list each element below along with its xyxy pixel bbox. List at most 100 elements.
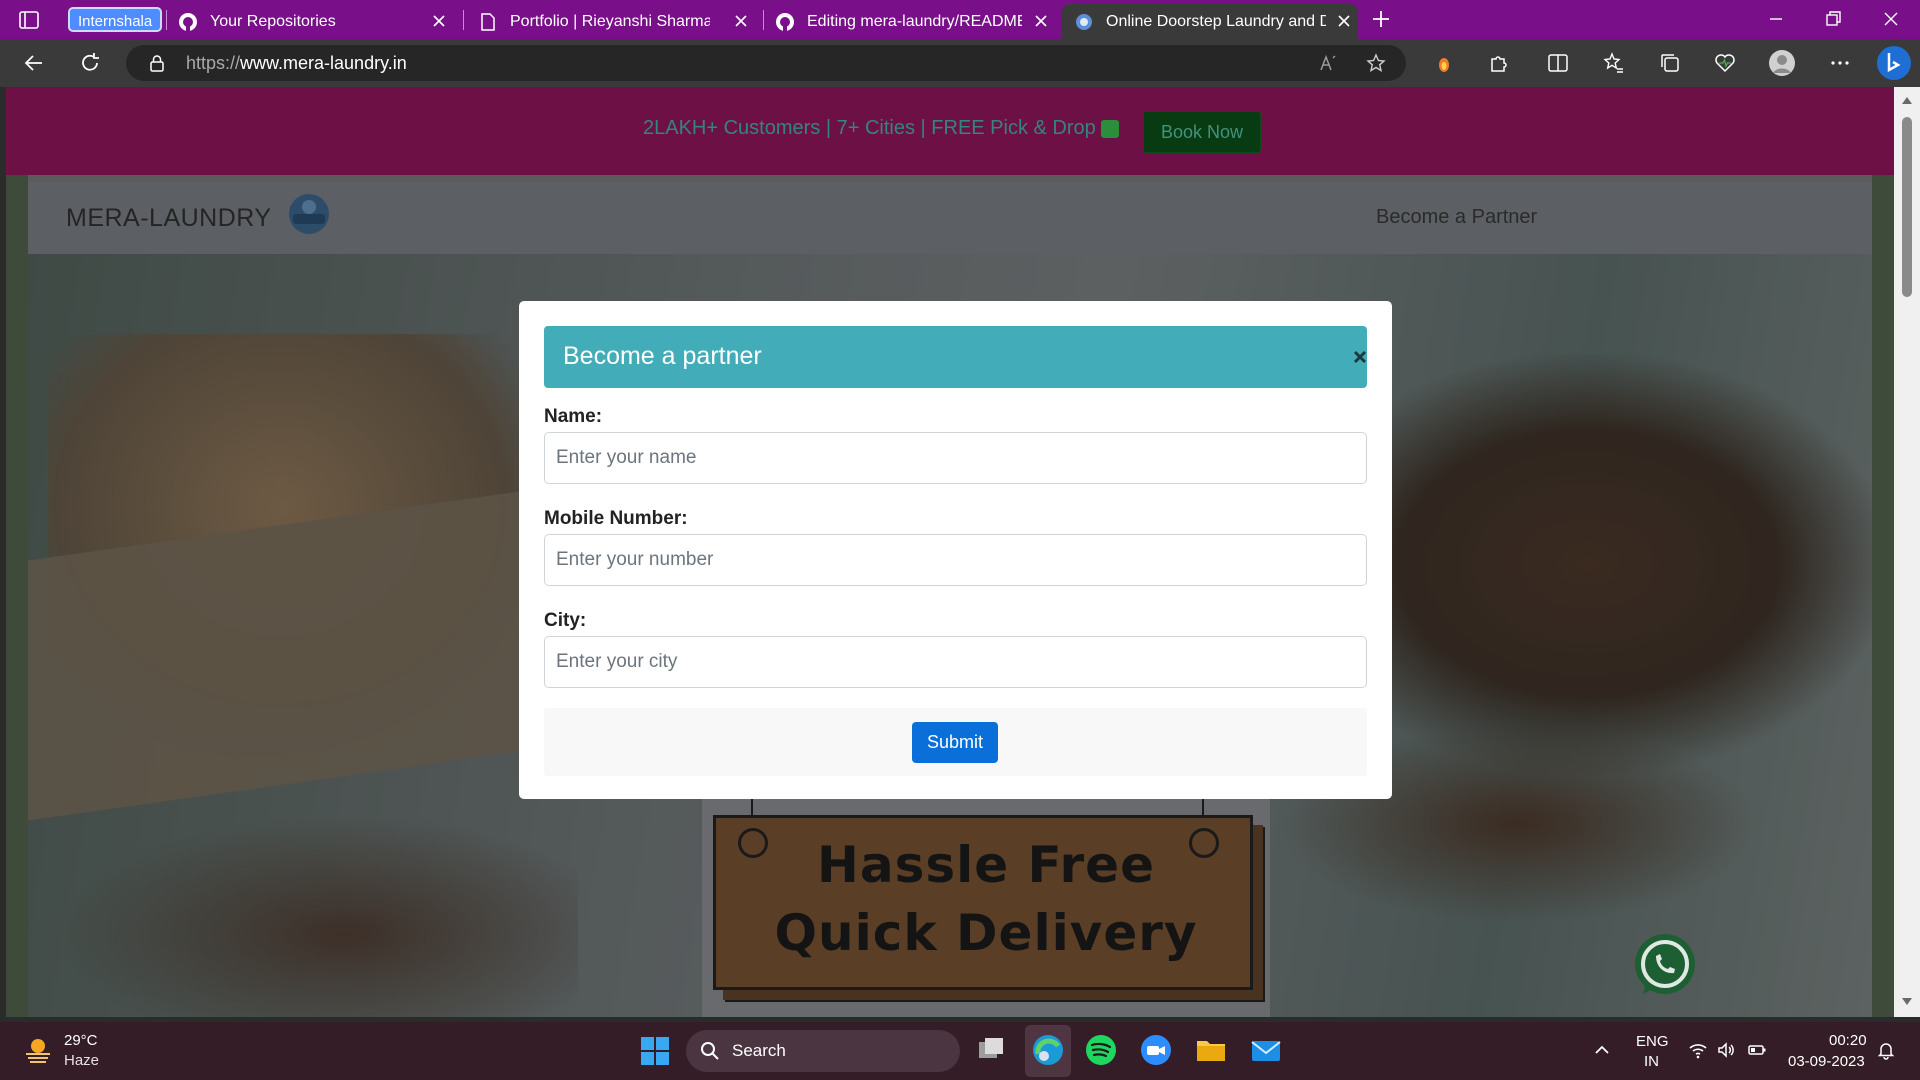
brand-name[interactable]: MERA-LAUNDRY bbox=[66, 204, 272, 233]
tab-separator bbox=[166, 10, 167, 30]
chevron-up-icon[interactable] bbox=[1592, 1040, 1612, 1060]
page-frame-left bbox=[6, 175, 28, 1017]
city-input[interactable] bbox=[544, 636, 1367, 688]
tab-separator bbox=[763, 10, 764, 30]
tab-separator bbox=[463, 10, 464, 30]
battery-icon[interactable] bbox=[1747, 1040, 1767, 1060]
task-view-icon[interactable] bbox=[973, 1032, 1009, 1068]
close-window-icon[interactable] bbox=[1880, 8, 1902, 30]
browser-toolbar: https://www.mera-laundry.in bbox=[0, 39, 1920, 87]
laundry-site-icon bbox=[1076, 13, 1092, 30]
bing-copilot-icon[interactable] bbox=[1876, 45, 1912, 81]
scroll-thumb[interactable] bbox=[1902, 117, 1912, 297]
weather-temperature[interactable]: 29°C bbox=[64, 1032, 98, 1049]
page-scrollbar[interactable] bbox=[1894, 87, 1920, 1017]
delivery-sign: Hassle Free Quick Delivery bbox=[713, 815, 1253, 990]
volume-icon[interactable] bbox=[1716, 1040, 1736, 1060]
sign-line-2: Quick Delivery bbox=[774, 904, 1198, 962]
new-tab-icon[interactable] bbox=[1370, 8, 1392, 30]
modal-footer: Submit bbox=[544, 708, 1367, 776]
scroll-down-icon[interactable] bbox=[1901, 997, 1913, 1007]
favorite-star-icon[interactable] bbox=[1366, 53, 1386, 73]
clock-date[interactable]: 03-09-2023 bbox=[1788, 1053, 1865, 1070]
page-icon bbox=[481, 12, 495, 31]
split-screen-icon[interactable] bbox=[1546, 51, 1570, 75]
tab-group-label[interactable]: Internshala bbox=[68, 7, 163, 32]
github-icon bbox=[179, 12, 197, 31]
become-partner-modal: Become a partner Name: Mobile Number: Ci… bbox=[519, 301, 1392, 799]
search-icon bbox=[701, 1042, 719, 1060]
browser-tab-bar: Internshala Your Repositories Portfolio … bbox=[0, 0, 1920, 39]
url-host: www.mera-laundry.in bbox=[240, 53, 407, 73]
profile-avatar-icon[interactable] bbox=[1768, 49, 1796, 77]
modal-header: Become a partner bbox=[544, 326, 1367, 388]
web-page: 2LAKH+ Customers | 7+ Cities | FREE Pick… bbox=[6, 87, 1894, 1017]
favorites-icon[interactable] bbox=[1602, 51, 1626, 75]
input-region[interactable]: IN bbox=[1644, 1053, 1659, 1070]
tab-title: Editing mera-laundry/README.m bbox=[807, 12, 1022, 30]
restore-icon[interactable] bbox=[1822, 8, 1844, 30]
submit-button[interactable]: Submit bbox=[912, 722, 998, 763]
close-icon[interactable] bbox=[1347, 344, 1373, 370]
tab-title: Online Doorstep Laundry and Dr bbox=[1106, 12, 1326, 30]
read-aloud-icon[interactable] bbox=[1318, 53, 1338, 73]
collections-icon[interactable] bbox=[1658, 51, 1682, 75]
minimize-icon[interactable] bbox=[1765, 8, 1787, 30]
promo-banner: 2LAKH+ Customers | 7+ Cities | FREE Pick… bbox=[6, 87, 1894, 175]
close-tab-icon[interactable] bbox=[431, 13, 447, 29]
refresh-icon[interactable] bbox=[78, 51, 102, 75]
hero-hand-receiving bbox=[58, 814, 578, 1017]
close-tab-icon[interactable] bbox=[1336, 13, 1352, 29]
weather-condition[interactable]: Haze bbox=[64, 1052, 99, 1069]
file-explorer-icon[interactable] bbox=[1193, 1032, 1229, 1068]
checkmark-icon bbox=[1101, 120, 1119, 138]
extension-flame-icon[interactable] bbox=[1432, 51, 1456, 75]
tab-editing-readme[interactable]: Editing mera-laundry/README.m bbox=[775, 4, 1055, 39]
url-scheme: https:// bbox=[186, 53, 241, 73]
tab-title: Your Repositories bbox=[210, 12, 336, 30]
mobile-number-input[interactable] bbox=[544, 534, 1367, 586]
tab-actions-icon[interactable] bbox=[18, 9, 40, 31]
book-now-button[interactable]: Book Now bbox=[1143, 111, 1261, 153]
promo-text: 2LAKH+ Customers | 7+ Cities | FREE Pick… bbox=[643, 117, 1096, 139]
more-options-icon[interactable] bbox=[1828, 51, 1852, 75]
github-icon bbox=[776, 12, 794, 31]
close-tab-icon[interactable] bbox=[1033, 13, 1049, 29]
windows-taskbar: 29°C Haze Search ENG IN 00:20 03-09-2023 bbox=[0, 1022, 1920, 1080]
close-tab-icon[interactable] bbox=[733, 13, 749, 29]
spotify-icon[interactable] bbox=[1083, 1032, 1119, 1068]
windows-start-icon[interactable] bbox=[640, 1036, 670, 1066]
site-navbar: MERA-LAUNDRY Become a Partner bbox=[28, 182, 1872, 254]
zoom-icon[interactable] bbox=[1138, 1032, 1174, 1068]
tab-portfolio[interactable]: Portfolio | Rieyanshi Sharma bbox=[478, 4, 755, 39]
edge-browser-icon[interactable] bbox=[1030, 1032, 1066, 1068]
modal-title: Become a partner bbox=[563, 342, 762, 370]
mobile-number-label: Mobile Number: bbox=[544, 508, 688, 529]
nav-become-partner[interactable]: Become a Partner bbox=[1376, 206, 1537, 229]
notifications-icon[interactable] bbox=[1876, 1040, 1896, 1060]
weather-haze-icon[interactable] bbox=[22, 1034, 54, 1066]
extensions-icon[interactable] bbox=[1487, 51, 1511, 75]
scroll-up-icon[interactable] bbox=[1901, 95, 1913, 105]
browser-essentials-icon[interactable] bbox=[1713, 51, 1737, 75]
address-bar[interactable]: https://www.mera-laundry.in bbox=[126, 45, 1406, 81]
brand-logo-icon[interactable] bbox=[284, 192, 334, 236]
whatsapp-icon[interactable] bbox=[1629, 930, 1701, 1002]
url-text[interactable]: https://www.mera-laundry.in bbox=[186, 53, 407, 74]
wifi-icon[interactable] bbox=[1688, 1040, 1708, 1060]
lock-icon[interactable] bbox=[148, 54, 166, 72]
tab-mera-laundry[interactable]: Online Doorstep Laundry and Dr bbox=[1062, 4, 1358, 39]
name-label: Name: bbox=[544, 406, 603, 427]
tab-title: Portfolio | Rieyanshi Sharma bbox=[510, 12, 710, 30]
city-label: City: bbox=[544, 610, 587, 631]
tab-your-repositories[interactable]: Your Repositories bbox=[178, 4, 453, 39]
name-input[interactable] bbox=[544, 432, 1367, 484]
sign-line-1: Hassle Free bbox=[816, 836, 1155, 894]
mail-icon[interactable] bbox=[1248, 1032, 1284, 1068]
page-frame-right bbox=[1872, 175, 1894, 1017]
search-label: Search bbox=[732, 1041, 786, 1060]
input-language[interactable]: ENG bbox=[1636, 1033, 1669, 1050]
clock-time[interactable]: 00:20 bbox=[1829, 1032, 1867, 1049]
back-icon[interactable] bbox=[22, 51, 46, 75]
taskbar-search[interactable]: Search bbox=[686, 1030, 960, 1072]
